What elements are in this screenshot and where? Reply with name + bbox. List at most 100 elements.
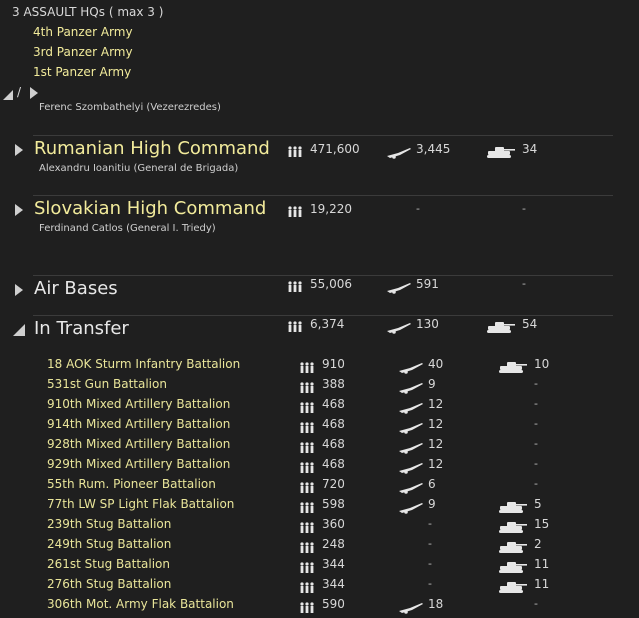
unit-guns: 40 (428, 357, 444, 371)
unit-name[interactable]: 55th Rum. Pioneer Battalion (47, 477, 216, 491)
unit-men: 468 (322, 397, 345, 411)
unit-tanks: - (534, 397, 538, 410)
unit-name[interactable]: 77th LW SP Light Flak Battalion (47, 497, 234, 511)
infantry-icon (287, 203, 303, 217)
unit-guns: - (428, 537, 432, 550)
unit-men: 344 (322, 577, 345, 591)
unit-men: 248 (322, 537, 345, 551)
unit-guns: - (428, 517, 432, 530)
infantry-icon (287, 278, 303, 292)
group-men-rumanian: 471,600 (310, 142, 360, 156)
tank-icon (498, 519, 528, 538)
infantry-icon (299, 459, 315, 478)
army-item-2[interactable]: 3rd Panzer Army (33, 45, 133, 59)
unit-tanks: - (534, 597, 538, 610)
collapse-arrow-icon[interactable] (2, 86, 14, 100)
unit-name[interactable]: 914th Mixed Artillery Battalion (47, 417, 230, 431)
unit-tanks: - (534, 457, 538, 470)
unit-guns: 9 (428, 377, 436, 391)
group-men-in-transfer: 6,374 (310, 317, 345, 331)
unit-men: 468 (322, 457, 345, 471)
tank-icon (498, 499, 528, 518)
group-title-slovakian[interactable]: Slovakian High Command (34, 198, 266, 219)
unit-guns: - (428, 557, 432, 570)
unit-name[interactable]: 261st Stug Battalion (47, 557, 170, 571)
artillery-icon (398, 399, 424, 418)
unit-guns: 12 (428, 437, 444, 451)
unit-men: 344 (322, 557, 345, 571)
unit-tanks: - (534, 377, 538, 390)
group-commander-rumanian: Alexandru Ioanitiu (General de Brigada) (39, 163, 239, 174)
expand-arrow-icon[interactable] (14, 282, 24, 296)
artillery-icon (398, 439, 424, 458)
unit-tanks: 11 (534, 577, 550, 591)
army-item-3[interactable]: 1st Panzer Army (33, 65, 131, 79)
unit-men: 360 (322, 517, 345, 531)
unit-name[interactable]: 929th Mixed Artillery Battalion (47, 457, 230, 471)
group-guns-in-transfer: 130 (416, 317, 439, 331)
unit-men: 388 (322, 377, 345, 391)
unit-tanks: 5 (534, 497, 542, 511)
expand-arrow-icon[interactable] (14, 202, 24, 216)
infantry-icon (299, 439, 315, 458)
group-title-rumanian[interactable]: Rumanian High Command (34, 138, 270, 159)
artillery-icon (398, 479, 424, 498)
assault-hq-header: 3 ASSAULT HQs ( max 3 ) (12, 5, 164, 19)
group-guns-air-bases: 591 (416, 277, 439, 291)
unit-guns: 12 (428, 457, 444, 471)
unit-tanks: - (534, 437, 538, 450)
infantry-icon (299, 519, 315, 538)
unit-name[interactable]: 531st Gun Battalion (47, 377, 167, 391)
infantry-icon (299, 539, 315, 558)
artillery-icon (398, 499, 424, 518)
artillery-icon (398, 459, 424, 478)
unit-tanks: - (534, 477, 538, 490)
artillery-icon (398, 359, 424, 378)
unit-name[interactable]: 306th Mot. Army Flak Battalion (47, 597, 234, 611)
tank-icon (498, 359, 528, 378)
expand-arrow-icon[interactable] (14, 142, 24, 156)
artillery-icon (398, 379, 424, 398)
artillery-icon (386, 144, 412, 159)
unit-name[interactable]: 928th Mixed Artillery Battalion (47, 437, 230, 451)
infantry-icon (287, 143, 303, 157)
infantry-icon (299, 419, 315, 438)
unit-guns: 18 (428, 597, 444, 611)
unit-guns: 12 (428, 417, 444, 431)
unit-guns: - (428, 577, 432, 590)
unit-guns: 9 (428, 497, 436, 511)
infantry-icon (299, 379, 315, 398)
group-title-in-transfer[interactable]: In Transfer (34, 318, 129, 339)
infantry-icon (299, 599, 315, 618)
unit-name[interactable]: 249th Stug Battalion (47, 537, 171, 551)
tank-icon (486, 144, 516, 158)
group-tanks-in-transfer: 54 (522, 317, 538, 331)
infantry-icon (299, 499, 315, 518)
artillery-icon (386, 319, 412, 334)
unit-guns: 12 (428, 397, 444, 411)
artillery-icon (398, 599, 424, 618)
expand-arrow-icon[interactable] (29, 85, 39, 99)
infantry-icon (299, 559, 315, 578)
infantry-icon (299, 579, 315, 598)
infantry-icon (287, 318, 303, 332)
unit-name[interactable]: 276th Stug Battalion (47, 577, 171, 591)
tank-icon (498, 579, 528, 598)
unit-name[interactable]: 18 AOK Sturm Infantry Battalion (47, 357, 240, 371)
group-title-air-bases[interactable]: Air Bases (34, 278, 118, 299)
row-separator (33, 135, 613, 136)
group-guns-slovakian: - (416, 202, 420, 215)
army-item-1[interactable]: 4th Panzer Army (33, 25, 133, 39)
unit-men: 720 (322, 477, 345, 491)
group-commander-slovakian: Ferdinand Catlos (General I. Triedy) (39, 223, 216, 234)
infantry-icon (299, 399, 315, 418)
row-separator (33, 195, 613, 196)
group-tanks-air-bases: - (522, 277, 526, 290)
unit-name[interactable]: 910th Mixed Artillery Battalion (47, 397, 230, 411)
assault-commander: Ferenc Szombathelyi (Vezerezredes) (39, 102, 221, 113)
infantry-icon (299, 359, 315, 378)
unit-men: 590 (322, 597, 345, 611)
unit-name[interactable]: 239th Stug Battalion (47, 517, 171, 531)
collapse-arrow-icon[interactable] (12, 322, 26, 336)
row-separator (33, 315, 613, 316)
